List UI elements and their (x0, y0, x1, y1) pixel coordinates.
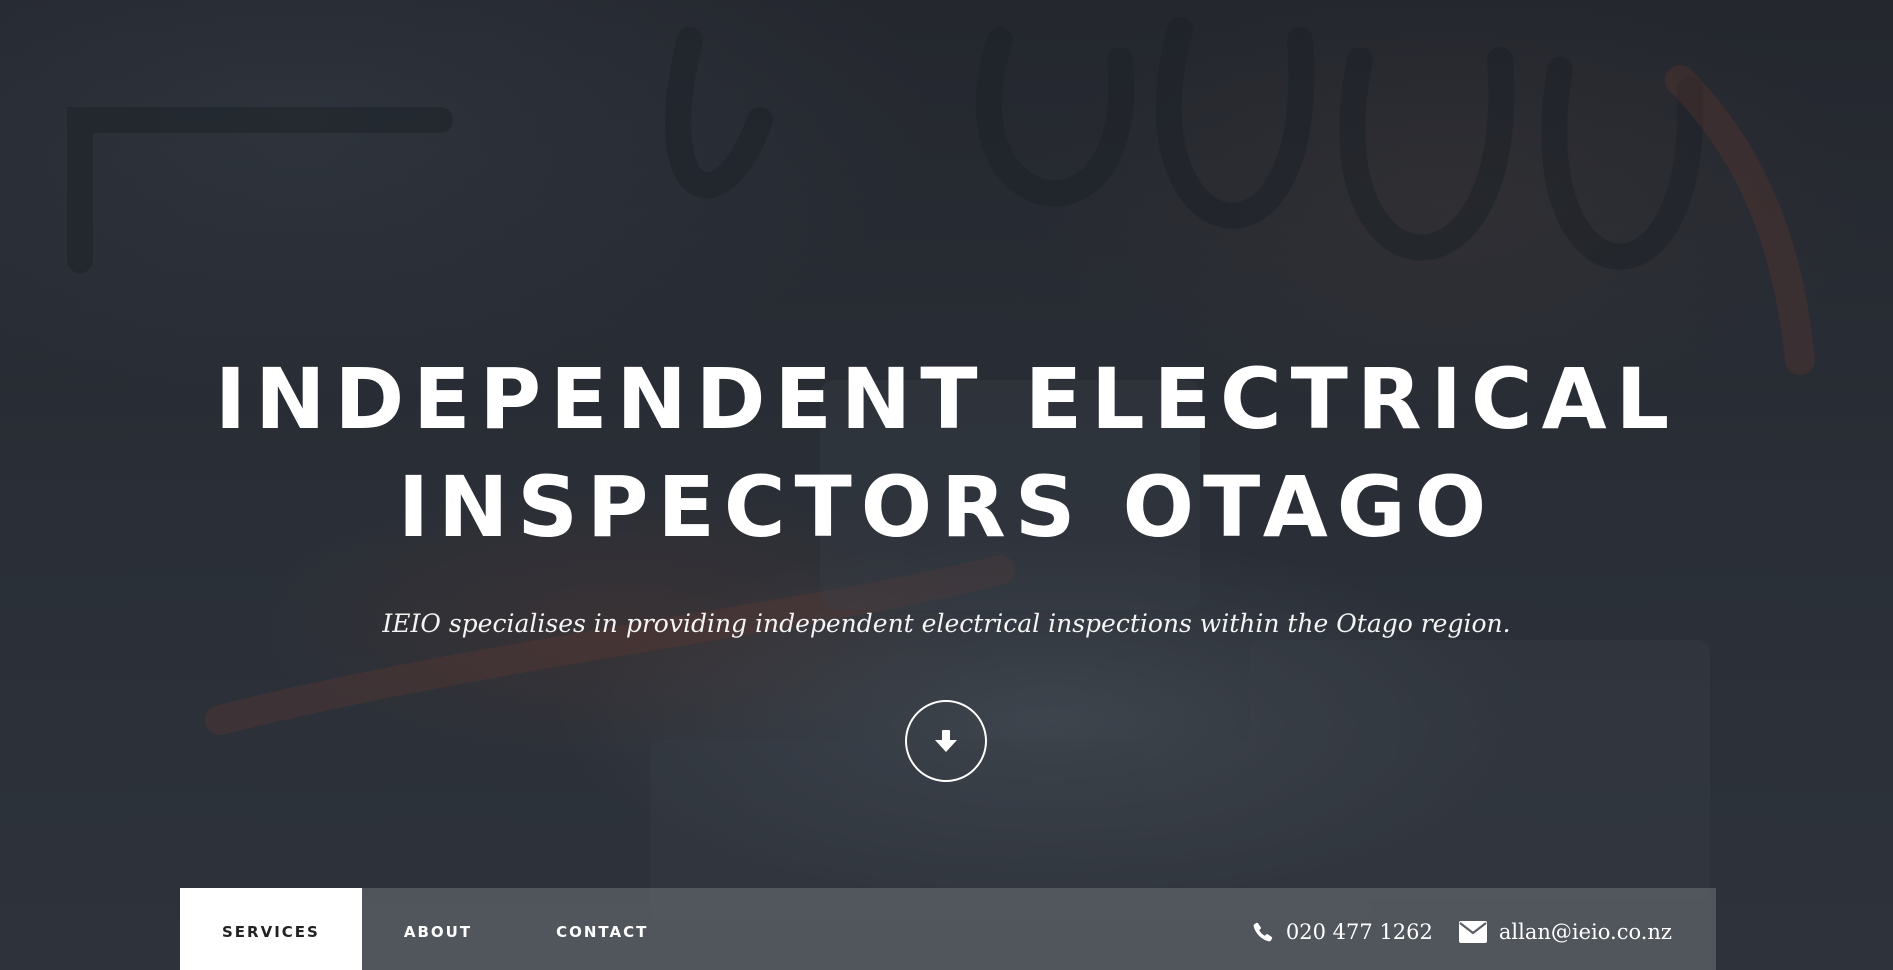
hero-title: INDEPENDENT ELECTRICAL INSPECTORS OTAGO (0, 345, 1893, 561)
hero-title-line-2: INSPECTORS OTAGO (397, 458, 1496, 556)
hero-title-line-1: INDEPENDENT ELECTRICAL (214, 350, 1679, 448)
email-link[interactable]: allan@ieio.co.nz (1458, 920, 1672, 944)
phone-link[interactable]: 020 477 1262 (1252, 920, 1433, 944)
nav-item-contact[interactable]: CONTACT (514, 888, 690, 970)
arrow-down-icon (935, 730, 957, 752)
envelope-icon (1458, 921, 1487, 943)
hero-subtitle: IEIO specialises in providing independen… (382, 609, 1511, 638)
scroll-down-button[interactable] (905, 700, 987, 782)
phone-icon (1252, 921, 1274, 943)
phone-number: 020 477 1262 (1285, 920, 1433, 944)
main-navbar: SERVICES ABOUT CONTACT 020 477 1262 alla… (180, 888, 1716, 970)
nav-item-services[interactable]: SERVICES (180, 888, 362, 970)
nav-links: SERVICES ABOUT CONTACT (180, 888, 690, 970)
nav-contact-info: 020 477 1262 allan@ieio.co.nz (1226, 888, 1716, 970)
email-address: allan@ieio.co.nz (1498, 920, 1672, 944)
nav-item-about[interactable]: ABOUT (362, 888, 514, 970)
